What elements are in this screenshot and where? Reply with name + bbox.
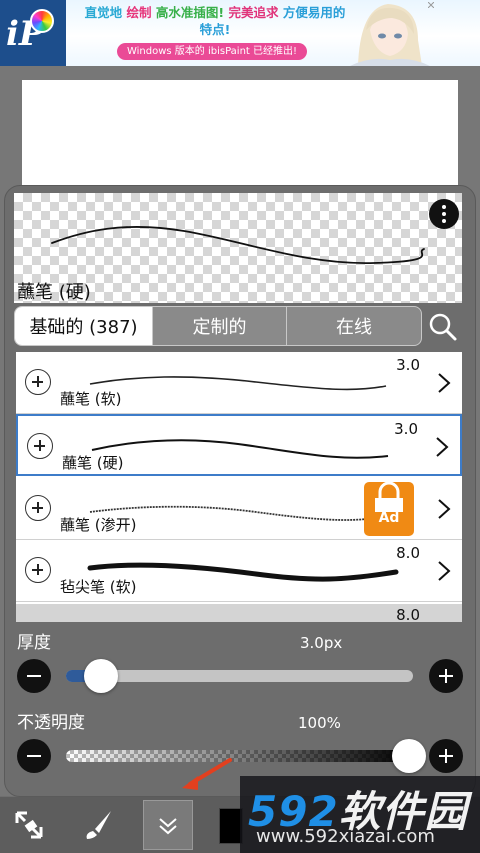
brush-row-dip-pen-bleed[interactable]: Ad 蘸笔 (渗开) — [16, 478, 462, 540]
ad-banner[interactable]: iP 直觉地 绘制 高水准插图! 完美追求 方便易用的 特点! Windows … — [0, 0, 480, 66]
brush-size: 8.0 — [396, 544, 420, 562]
brush-icon[interactable] — [74, 800, 124, 850]
ad-text-5: 方便易用的 — [282, 5, 346, 20]
brush-list: 3.0 蘸笔 (软) 3.0 蘸笔 (硬) Ad 蘸笔 (渗开) 8.0 毡尖笔… — [16, 352, 462, 622]
opacity-label: 不透明度 — [17, 713, 85, 733]
brush-size: 3.0 — [394, 420, 418, 438]
chevron-right-icon[interactable] — [434, 436, 450, 458]
add-brush-icon[interactable] — [27, 433, 53, 459]
ad-text-4: 完美追求 — [228, 5, 279, 20]
thickness-label: 厚度 — [17, 633, 51, 653]
collapse-icon[interactable] — [143, 800, 193, 850]
ad-windows-pill[interactable]: Windows 版本的 ibisPaint 已经推出! — [117, 43, 307, 60]
tab-custom[interactable]: 定制的 — [153, 307, 287, 345]
ad-character-illustration — [350, 4, 430, 66]
ad-text-2: 绘制 — [126, 5, 152, 20]
thickness-increase-button[interactable] — [429, 659, 463, 693]
brush-name: 蘸笔 (渗开) — [60, 516, 137, 534]
opacity-slider-thumb[interactable] — [392, 739, 426, 773]
ad-headline: 直觉地 绘制 高水准插图! 完美追求 方便易用的 特点! — [70, 4, 360, 38]
ibispaint-logo: iP — [0, 0, 66, 66]
tab-basic[interactable]: 基础的 (387) — [15, 307, 153, 345]
brush-size: 3.0 — [396, 356, 420, 374]
brush-row-felt-pen-soft[interactable]: 8.0 毡尖笔 (软) — [16, 540, 462, 602]
brush-row-dip-pen-soft[interactable]: 3.0 蘸笔 (软) — [16, 352, 462, 414]
red-arrow-annotation — [182, 758, 232, 790]
opacity-slider-track[interactable] — [66, 750, 413, 762]
brush-name: 毡尖笔 (软) — [60, 578, 137, 596]
brush-category-tabs: 基础的 (387) 定制的 在线 — [14, 306, 422, 346]
ad-text-1: 直觉地 — [84, 5, 123, 20]
opacity-increase-button[interactable] — [429, 739, 463, 773]
add-brush-icon[interactable] — [25, 557, 51, 583]
brush-stroke-sample — [91, 439, 389, 459]
transform-icon[interactable] — [4, 800, 54, 850]
brush-name: 蘸笔 (硬) — [62, 454, 124, 472]
thickness-value: 3.0px — [300, 634, 343, 652]
chevron-right-icon[interactable] — [436, 372, 452, 394]
preview-brush-name: 蘸笔 (硬) — [17, 282, 91, 303]
brush-name: 蘸笔 (软) — [60, 390, 122, 408]
thickness-decrease-button[interactable] — [17, 659, 51, 693]
ad-text-3: 高水准插图! — [155, 5, 225, 20]
thickness-slider-track[interactable] — [66, 670, 413, 682]
chevron-right-icon[interactable] — [436, 498, 452, 520]
locked-ad-badge[interactable]: Ad — [364, 481, 414, 536]
opacity-decrease-button[interactable] — [17, 739, 51, 773]
brush-row-partial[interactable]: 8.0 — [16, 604, 462, 622]
lock-icon — [375, 481, 403, 512]
more-vertical-icon[interactable] — [429, 199, 459, 229]
thickness-slider-thumb[interactable] — [84, 659, 118, 693]
ad-text-6: 特点! — [199, 22, 231, 37]
brush-size: 8.0 — [396, 606, 420, 622]
color-wheel-icon — [30, 9, 54, 33]
watermark-url: www.592xiazai.com — [256, 826, 435, 847]
add-brush-icon[interactable] — [25, 369, 51, 395]
ad-close-icon[interactable] — [428, 2, 434, 8]
opacity-value: 100% — [298, 714, 341, 732]
brush-stroke-sample — [89, 376, 387, 391]
brush-row-dip-pen-hard[interactable]: 3.0 蘸笔 (硬) — [16, 414, 462, 476]
ad-lock-label: Ad — [378, 510, 400, 526]
add-brush-icon[interactable] — [25, 495, 51, 521]
chevron-right-icon[interactable] — [436, 560, 452, 582]
search-icon[interactable] — [428, 312, 458, 342]
tab-online[interactable]: 在线 — [287, 307, 421, 345]
